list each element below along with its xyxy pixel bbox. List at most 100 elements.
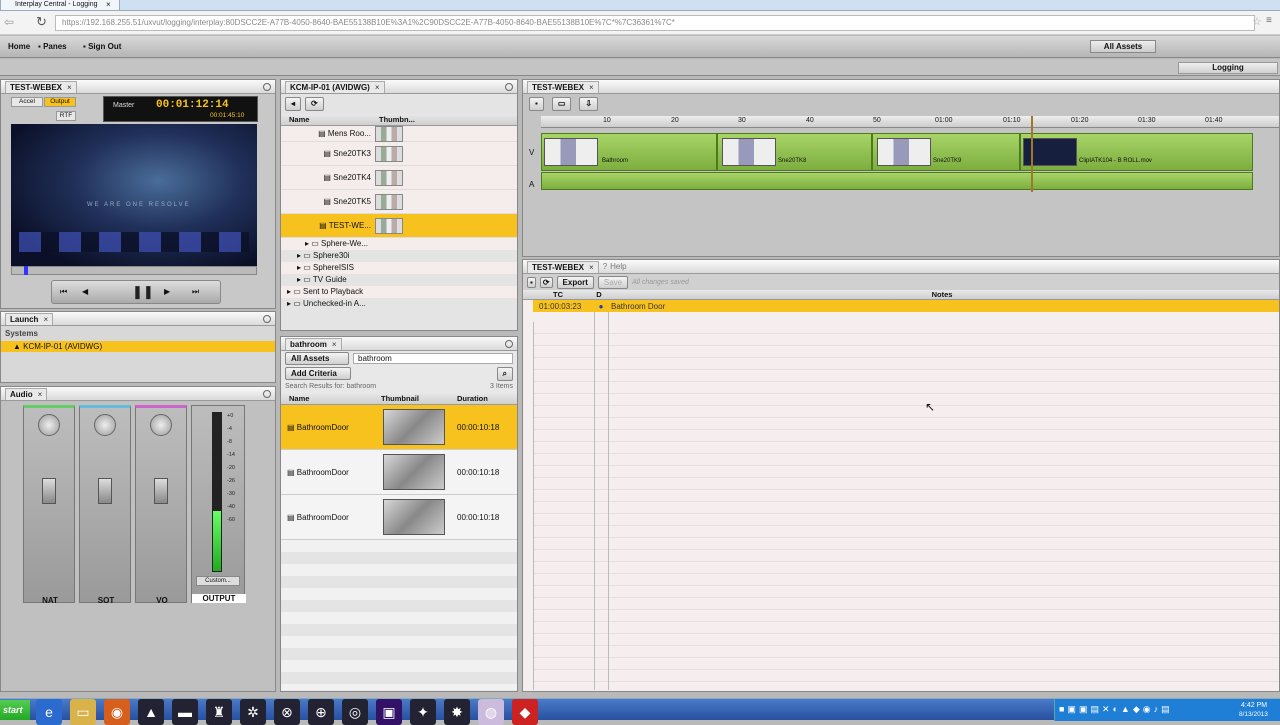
audio-track[interactable] [541,172,1253,190]
marker-icon[interactable]: ● [595,302,607,311]
avid-app-icon[interactable]: ♜ [206,699,232,725]
close-icon[interactable]: × [375,83,380,92]
close-icon[interactable]: × [38,390,43,399]
help-tab[interactable]: ? Help [599,261,631,273]
volume-fader[interactable] [154,478,168,504]
gear-icon[interactable] [263,389,271,398]
list-item[interactable]: ▤ Sne20TK3 [281,142,517,166]
wrench-icon[interactable]: ≡ [1266,15,1272,26]
tab-close-icon[interactable]: × [106,0,111,9]
folder-item[interactable]: ▸ ▭ TV Guide [281,274,517,286]
folder-item[interactable]: ▸ ▭ Sphere-We... [281,238,517,250]
logging-mode-icon[interactable]: ▪ [527,276,536,288]
custom-dropdown[interactable]: Custom... [196,576,240,586]
sequence-tool-icon[interactable]: ⇩ [579,97,599,111]
rtf-button[interactable]: RTF [56,111,76,121]
home-button[interactable]: Home [8,42,30,51]
log-note[interactable]: Bathroom Door [607,302,665,311]
timeline-ruler[interactable]: 10 20 30 40 50 01:00 01:10 01:20 01:30 0… [541,116,1279,128]
timeline-playhead[interactable] [1031,116,1033,192]
url-field[interactable]: https://192.168.255.51/uxvut/logging/int… [55,15,1255,31]
app-icon[interactable]: ◆ [512,699,538,725]
sequence-tool-icon[interactable]: ▭ [551,97,572,111]
avid-app-icon[interactable]: ✸ [444,699,470,725]
avid-app-icon[interactable]: ✦ [410,699,436,725]
assets-dropdown[interactable]: All Assets [1090,40,1156,53]
ie-icon[interactable]: e [36,699,62,725]
back-icon[interactable]: ⇦ [4,15,14,29]
firefox-icon[interactable]: ◉ [104,699,130,725]
accel-button[interactable]: Accel [11,97,43,107]
col-tc[interactable]: TC [523,290,593,299]
folder-item[interactable]: ▸ ▭ Sphere30i [281,250,517,262]
close-icon[interactable]: × [589,83,594,92]
col-name[interactable]: Name [281,394,381,403]
video-monitor[interactable]: WE ARE ONE RESOLVE [11,124,257,266]
avid-app-icon[interactable]: ▣ [376,699,402,725]
avid-app-icon[interactable]: ▲ [138,699,164,725]
timeline-clip[interactable]: ClipIATK104 - B ROLL.mov [1020,133,1253,171]
refresh-icon[interactable]: ⟳ [539,276,553,288]
avid-app-icon[interactable]: ▬ [172,699,198,725]
folder-item[interactable]: ▸ ▭ Unchecked-in A... [281,298,517,310]
player-scrub-bar[interactable] [11,266,257,275]
list-item[interactable]: ▤ Mens Roo... [281,125,517,142]
avid-app-icon[interactable]: ◎ [342,699,368,725]
search-tab[interactable]: bathroom × [285,337,342,350]
folder-icon[interactable]: ▭ [70,699,96,725]
avid-app-icon[interactable]: ⊗ [274,699,300,725]
pause-icon[interactable]: ❚❚ [132,284,154,300]
timeline-clip[interactable]: Sne20TK8 [717,133,872,171]
close-icon[interactable]: × [43,315,48,324]
gear-icon[interactable] [263,314,271,323]
playhead-marker[interactable] [24,266,28,275]
volume-fader[interactable] [98,478,112,504]
col-thumb[interactable]: Thumbn... [375,115,415,124]
step-forward-icon[interactable]: ▶ [164,287,170,296]
col-duration[interactable]: Duration [457,394,488,403]
search-input[interactable]: bathroom [353,353,513,364]
back-nav-button[interactable]: ◂ [285,97,302,111]
panes-button[interactable]: ▪ Panes [38,42,67,51]
timeline-clip[interactable]: Bathroom [541,133,717,171]
launch-tab[interactable]: Launch × [5,312,54,325]
sequence-tool-icon[interactable]: ▪ [529,97,544,111]
close-icon[interactable]: × [589,263,594,272]
fast-forward-icon[interactable]: ⏭ [192,287,199,297]
log-row[interactable]: 01:00:03:23 ● Bathroom Door [533,300,1279,312]
audio-tab[interactable]: Audio × [5,387,48,400]
folder-item[interactable]: ▸ ▭ Sent to Playback [281,286,517,298]
result-row[interactable]: ▤ BathroomDoor 00:00:10:18 [281,450,517,495]
chrome-icon[interactable]: ◍ [478,699,504,725]
reload-icon[interactable]: ↻ [36,14,47,30]
timeline-clip[interactable]: Sne20TK9 [872,133,1020,171]
col-name[interactable]: Name [281,115,375,124]
logging-tab[interactable]: TEST-WEBEX × [527,260,599,273]
folder-item[interactable]: ▸ ▭ SphereISIS [281,262,517,274]
avid-app-icon[interactable]: ⊕ [308,699,334,725]
list-item[interactable]: ▤ Sne20TK4 [281,166,517,190]
pan-knob[interactable] [38,414,60,436]
gear-icon[interactable] [505,82,513,91]
export-button[interactable]: Export [556,275,594,289]
col-d[interactable]: D [593,290,605,299]
gear-icon[interactable] [263,82,271,91]
col-thumb[interactable]: Thumbnail [381,394,457,403]
volume-fader[interactable] [42,478,56,504]
close-icon[interactable]: × [332,340,337,349]
pan-knob[interactable] [150,414,172,436]
browser-tab[interactable]: Interplay Central - Logging [0,0,120,11]
search-icon[interactable]: ⌕ [496,366,513,381]
pan-knob[interactable] [94,414,116,436]
rewind-icon[interactable]: ⏮ [60,287,67,297]
log-tc[interactable]: 01:00:03:23 [533,302,595,311]
list-item[interactable]: ▤ TEST-WE... [281,214,517,238]
list-item[interactable]: ▤ Sne20TK5 [281,190,517,214]
gear-icon[interactable] [505,339,513,348]
output-button[interactable]: Output [44,97,76,107]
scope-dropdown[interactable]: All Assets [285,352,349,365]
system-item[interactable]: ▲ KCM-IP-01 (AVIDWG) [1,341,275,352]
start-button[interactable]: start [0,700,30,720]
refresh-icon[interactable]: ⟳ [305,97,324,111]
star-icon[interactable]: ☆ [1252,15,1262,28]
